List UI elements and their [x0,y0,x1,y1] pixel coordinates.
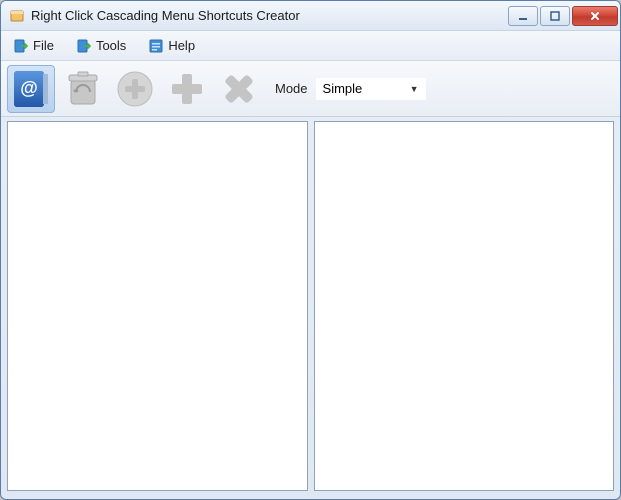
menu-file[interactable]: File [7,35,60,57]
menu-tools[interactable]: Tools [70,35,132,57]
trash-button[interactable] [59,65,107,113]
menu-help-label: Help [168,38,195,53]
window-title: Right Click Cascading Menu Shortcuts Cre… [31,8,508,23]
chevron-down-icon: ▼ [410,84,419,94]
add-plus-button[interactable] [163,65,211,113]
menu-tools-label: Tools [96,38,126,53]
help-icon [148,38,164,54]
tools-icon [76,38,92,54]
toolbar: @ [1,61,620,117]
left-pane[interactable] [7,121,308,491]
mode-dropdown[interactable]: Simple ▼ [316,78,426,100]
file-icon [13,38,29,54]
minimize-button[interactable] [508,6,538,26]
mode-control: Mode Simple ▼ [275,78,426,100]
app-icon [9,8,25,24]
close-button[interactable] [572,6,618,26]
maximize-button[interactable] [540,6,570,26]
mode-value: Simple [323,81,363,96]
app-window: Right Click Cascading Menu Shortcuts Cre… [0,0,621,500]
titlebar: Right Click Cascading Menu Shortcuts Cre… [1,1,620,31]
right-pane[interactable] [314,121,615,491]
delete-x-button[interactable] [215,65,263,113]
content-area [1,117,620,499]
menu-file-label: File [33,38,54,53]
window-controls [508,6,618,26]
add-circle-button[interactable] [111,65,159,113]
svg-text:@: @ [20,78,38,98]
mode-label: Mode [275,81,308,96]
menubar: File Tools Help [1,31,620,61]
addressbook-button[interactable]: @ [7,65,55,113]
menu-help[interactable]: Help [142,35,201,57]
